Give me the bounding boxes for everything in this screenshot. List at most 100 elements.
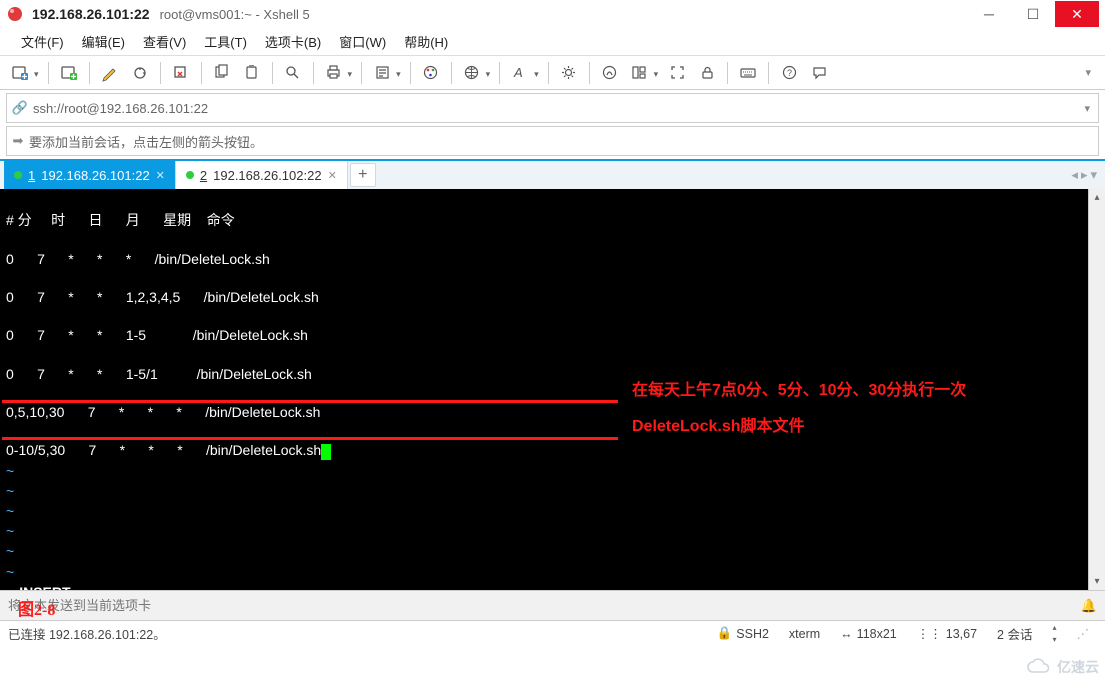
cron-row: 0 7 * * 1-5/1 /bin/DeleteLock.sh	[6, 366, 312, 382]
grip-icon: ⋰	[1067, 626, 1098, 641]
disconnect-icon[interactable]	[167, 59, 195, 87]
bell-icon[interactable]: 🔔	[1073, 598, 1105, 614]
tilde-line: ~	[6, 543, 14, 559]
arrow-left-icon[interactable]: ➡	[7, 133, 29, 149]
tilde-line: ~	[6, 564, 14, 580]
menu-bar: 文件(F) 编辑(E) 查看(V) 工具(T) 选项卡(B) 窗口(W) 帮助(…	[0, 28, 1105, 56]
tab-number: 2	[200, 168, 207, 183]
tab-active[interactable]: 1 192.168.26.101:22 ✕	[4, 161, 176, 189]
paste-icon[interactable]	[238, 59, 266, 87]
status-connected: 已连接 192.168.26.101:22。	[8, 624, 166, 643]
status-proto: 🔒 SSH2	[707, 626, 779, 641]
chevron-down-icon[interactable]: ▾	[1076, 102, 1098, 115]
window-subtitle: root@vms001:~ - Xshell 5	[160, 7, 310, 22]
copy-icon[interactable]	[208, 59, 236, 87]
window-title: 192.168.26.101:22	[32, 6, 150, 22]
cron-row: 0 7 * * 1,2,3,4,5 /bin/DeleteLock.sh	[6, 289, 319, 305]
properties-icon[interactable]	[368, 59, 396, 87]
reconnect-icon[interactable]	[126, 59, 154, 87]
cron-row: 0 7 * * * /bin/DeleteLock.sh	[6, 251, 270, 267]
status-pos: ⋮⋮ 13,67	[907, 626, 987, 641]
dropdown-icon[interactable]: ▾	[654, 65, 659, 80]
cron-row: 0,5,10,30 7 * * * /bin/DeleteLock.sh	[6, 404, 320, 420]
dropdown-icon[interactable]: ▾	[34, 65, 39, 80]
tilde-line: ~	[6, 463, 14, 479]
print-icon[interactable]	[320, 59, 348, 87]
pencil-icon[interactable]	[96, 59, 124, 87]
scroll-down-icon[interactable]: ▾	[1089, 573, 1105, 590]
lock-icon[interactable]	[693, 59, 721, 87]
command-input-bar: 图2-8 🔔	[0, 590, 1105, 620]
minimize-button[interactable]: ─	[967, 1, 1011, 27]
scrollbar[interactable]: ▴ ▾	[1088, 189, 1105, 590]
search-icon[interactable]	[279, 59, 307, 87]
scroll-up-icon[interactable]: ▴	[1089, 189, 1105, 206]
link-icon: 🔗	[7, 100, 33, 116]
menu-file[interactable]: 文件(F)	[14, 29, 71, 54]
menu-tools[interactable]: 工具(T)	[197, 29, 254, 54]
address-bar[interactable]: 🔗 ssh://root@192.168.26.101:22 ▾	[6, 93, 1099, 123]
cron-row: 0-10/5,30 7 * * * /bin/DeleteLock.sh	[6, 442, 321, 458]
tab-prev-icon[interactable]: ◂	[1071, 167, 1078, 183]
session-updown[interactable]: ▴▾	[1042, 624, 1066, 644]
dropdown-icon[interactable]: ▾	[348, 65, 353, 80]
font-icon[interactable]: A	[506, 59, 534, 87]
dropdown-icon[interactable]: ▾	[486, 65, 491, 80]
add-tab-button[interactable]: +	[350, 163, 376, 187]
cursor-icon	[321, 444, 331, 460]
annotation-text: 在每天上午7点0分、5分、10分、30分执行一次	[632, 381, 966, 402]
status-sessions: 2 会话	[987, 624, 1042, 643]
cron-row: 0 7 * * 1-5 /bin/DeleteLock.sh	[6, 327, 308, 343]
watermark: 亿速云	[1025, 657, 1099, 677]
keyboard-icon[interactable]	[734, 59, 762, 87]
globe-icon[interactable]	[458, 59, 486, 87]
tab-inactive[interactable]: 2 192.168.26.102:22 ✕	[176, 161, 348, 189]
tab-label: 192.168.26.102:22	[213, 168, 321, 183]
address-text: ssh://root@192.168.26.101:22	[33, 101, 208, 116]
menu-view[interactable]: 查看(V)	[136, 29, 193, 54]
close-button[interactable]: ✕	[1055, 1, 1099, 27]
layout-icon[interactable]	[626, 59, 654, 87]
tab-bar: 1 192.168.26.101:22 ✕ 2 192.168.26.102:2…	[0, 159, 1105, 189]
chevron-down-icon[interactable]: ▾	[1085, 66, 1099, 79]
underline-annotation	[2, 400, 618, 403]
annotation-text: DeleteLock.sh脚本文件	[632, 417, 805, 438]
underline-annotation	[2, 437, 618, 440]
tilde-line: ~	[6, 523, 14, 539]
dropdown-icon[interactable]: ▾	[534, 65, 539, 80]
dropdown-icon[interactable]: ▾	[396, 65, 401, 80]
status-size: ↔ 118x21	[830, 627, 907, 641]
chevron-down-icon[interactable]: ▾	[1090, 167, 1097, 183]
chat-icon[interactable]	[805, 59, 833, 87]
info-strip: ➡ 要添加当前会话，点击左侧的箭头按钮。	[6, 126, 1099, 156]
close-tab-icon[interactable]: ✕	[328, 169, 337, 182]
tab-next-icon[interactable]: ▸	[1081, 167, 1088, 183]
status-bar: 已连接 192.168.26.101:22。 🔒 SSH2 xterm ↔ 11…	[0, 620, 1105, 646]
tilde-line: ~	[6, 483, 14, 499]
settings-icon[interactable]	[555, 59, 583, 87]
maximize-button[interactable]: ☐	[1011, 1, 1055, 27]
svg-text:A: A	[513, 65, 523, 80]
info-text: 要添加当前会话，点击左侧的箭头按钮。	[29, 132, 263, 151]
tab-number: 1	[28, 168, 35, 183]
command-input[interactable]	[8, 598, 608, 613]
status-dot-icon	[14, 171, 22, 179]
open-icon[interactable]	[55, 59, 83, 87]
terminal[interactable]: # 分 时 日 月 星期 命令 0 7 * * * /bin/DeleteLoc…	[0, 189, 1088, 590]
toolbar: ▾ ▾ ▾ ▾ A ▾ ▾ ? ▾	[0, 56, 1105, 90]
menu-window[interactable]: 窗口(W)	[332, 29, 393, 54]
close-tab-icon[interactable]: ✕	[156, 169, 165, 182]
menu-help[interactable]: 帮助(H)	[397, 29, 455, 54]
new-session-icon[interactable]	[6, 59, 34, 87]
app-icon	[6, 5, 24, 23]
xagent-icon[interactable]	[596, 59, 624, 87]
help-icon[interactable]: ?	[775, 59, 803, 87]
menu-edit[interactable]: 编辑(E)	[75, 29, 132, 54]
color-scheme-icon[interactable]	[417, 59, 445, 87]
fullscreen-icon[interactable]	[663, 59, 691, 87]
svg-text:?: ?	[787, 68, 792, 78]
tilde-line: ~	[6, 503, 14, 519]
tab-label: 192.168.26.101:22	[41, 168, 149, 183]
menu-tabs[interactable]: 选项卡(B)	[258, 29, 328, 54]
status-dot-icon	[186, 171, 194, 179]
